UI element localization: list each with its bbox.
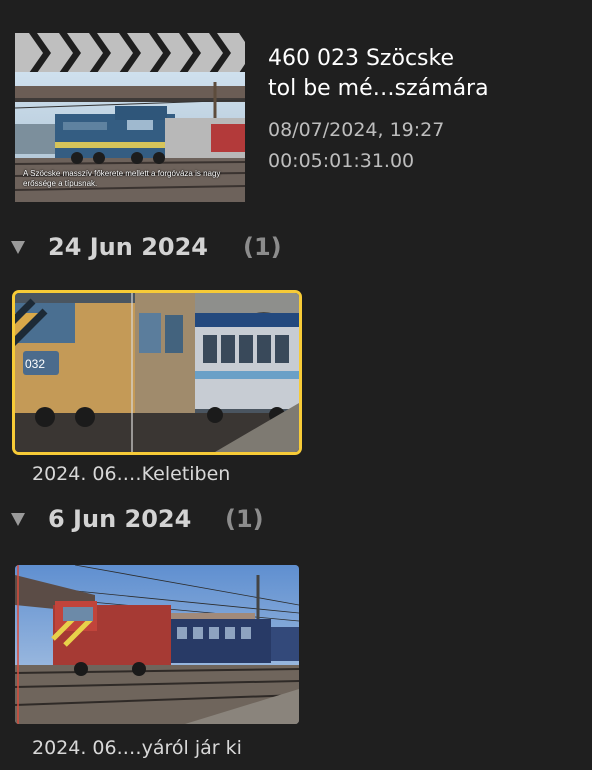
event-clip-count: (1) <box>243 233 282 261</box>
clip-thumbnail[interactable] <box>15 565 299 724</box>
project-date: 08/07/2024, 19:27 <box>268 119 445 141</box>
event-date: 24 Jun 2024 <box>48 233 209 261</box>
clapperboard-icon <box>15 33 245 73</box>
clip-name: 2024. 06.…Keletiben <box>32 463 231 485</box>
event-clip-count: (1) <box>225 505 264 533</box>
loco-number-plate: 032 <box>25 357 45 371</box>
clip-name: 2024. 06.…yáról jár ki <box>32 737 242 759</box>
project-info: 460 023 Szöcske tol be mé…számára 08/07/… <box>268 44 588 172</box>
event-date: 6 Jun 2024 <box>48 505 192 533</box>
event-header[interactable]: 24 Jun 2024 (1) <box>0 232 592 262</box>
project-item[interactable]: A Szöcske masszív főkerete mellett a for… <box>0 0 592 215</box>
disclosure-triangle-icon[interactable] <box>11 513 25 526</box>
project-title-line-1: 460 023 Szöcske <box>268 46 454 71</box>
event-section-24-jun: 24 Jun 2024 (1) 032 2024. 06.…Keletiben <box>0 232 592 492</box>
event-header[interactable]: 6 Jun 2024 (1) <box>0 504 592 534</box>
thumbnail-subtitle: A Szöcske masszív főkerete mellett a for… <box>23 169 221 188</box>
clip-thumbnail[interactable]: 032 <box>15 293 299 452</box>
disclosure-triangle-icon[interactable] <box>11 241 25 254</box>
event-section-6-jun: 6 Jun 2024 (1) 2024. 06.…yáról jár ki <box>0 504 592 770</box>
project-title-line-2: tol be mé…számára <box>268 76 489 101</box>
project-duration: 00:05:01:31.00 <box>268 150 415 172</box>
project-thumbnail: A Szöcske masszív főkerete mellett a for… <box>15 72 245 202</box>
